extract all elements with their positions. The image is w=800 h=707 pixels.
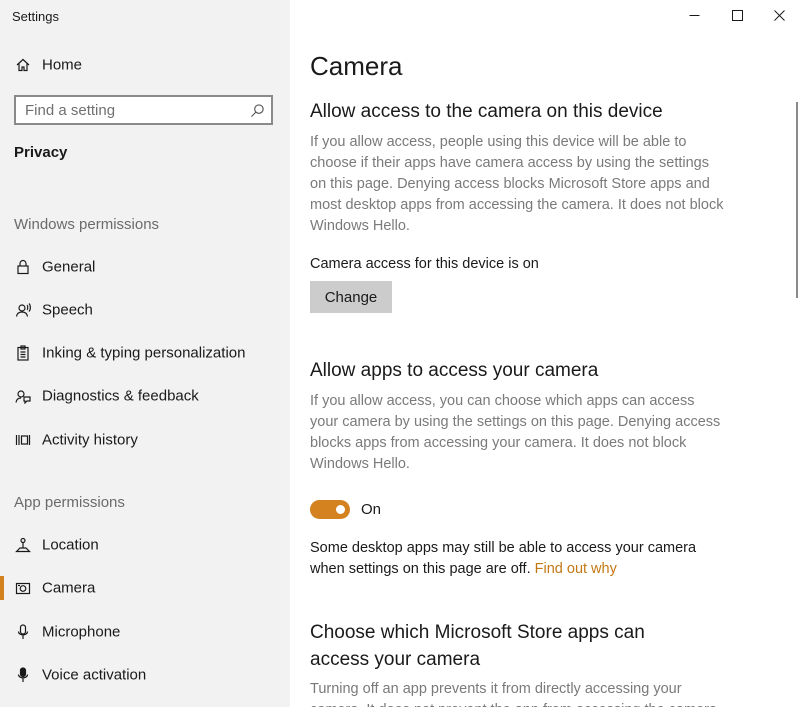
settings-window: Settings Home Privacy Windows permission… [0, 0, 800, 707]
lock-icon [15, 259, 31, 275]
sidebar-item-microphone[interactable]: Microphone [0, 615, 290, 649]
sidebar-item-diagnostics[interactable]: Diagnostics & feedback [0, 379, 290, 413]
store-apps-description: Turning off an app prevents it from dire… [310, 681, 717, 707]
feedback-icon [15, 388, 31, 404]
sidebar-item-general[interactable]: General [0, 250, 290, 284]
app-permissions-title: App permissions [14, 494, 125, 511]
sidebar-item-inking-typing[interactable]: Inking & typing personalization [0, 336, 290, 370]
app-title: Settings [12, 9, 59, 24]
toggle-state-label: On [361, 501, 382, 518]
home-label: Home [42, 56, 83, 74]
apps-access-heading: Allow apps to access your camera [310, 360, 599, 381]
device-access-heading: Allow access to the camera on this devic… [310, 101, 663, 122]
scrollbar[interactable] [796, 102, 798, 298]
sidebar-item-label: Diagnostics & feedback [42, 387, 199, 405]
minimize-button[interactable] [673, 0, 715, 30]
maximize-icon [731, 9, 743, 21]
search-input[interactable] [16, 98, 245, 122]
camera-icon [15, 580, 31, 596]
sidebar-item-location[interactable]: Location [0, 528, 290, 562]
sidebar-item-speech[interactable]: Speech [0, 293, 290, 327]
activity-history-icon [15, 432, 31, 448]
sidebar: Settings Home Privacy Windows permission… [0, 0, 290, 707]
windows-permissions-title: Windows permissions [14, 216, 160, 233]
sidebar-item-label: Location [42, 536, 99, 554]
change-button[interactable]: Change [310, 281, 392, 313]
category-label: Privacy [14, 144, 68, 161]
main-content: Camera Allow access to the camera on thi… [290, 0, 800, 707]
desktop-apps-note-text: Some desktop apps may still be able to a… [310, 540, 697, 577]
voice-activation-icon [15, 667, 31, 683]
page-title: Camera [310, 51, 403, 81]
apps-access-description: If you allow access, you can choose whic… [310, 393, 721, 472]
sidebar-item-label: Microphone [42, 623, 121, 641]
sidebar-item-label: Camera [42, 579, 96, 597]
device-access-status: Camera access for this device is on [310, 256, 539, 272]
minimize-icon [689, 14, 699, 16]
sidebar-item-label: Activity history [42, 431, 138, 449]
apps-access-toggle[interactable] [310, 500, 350, 519]
toggle-knob [336, 505, 345, 514]
home-nav-item[interactable]: Home [0, 48, 290, 82]
close-button[interactable] [758, 0, 800, 30]
sidebar-item-label: Inking & typing personalization [42, 344, 246, 362]
selection-indicator [0, 576, 4, 600]
search-box [14, 95, 273, 125]
maximize-button[interactable] [716, 0, 758, 30]
microphone-icon [15, 624, 31, 640]
sidebar-item-voice-activation[interactable]: Voice activation [0, 658, 290, 692]
store-apps-heading: Choose which Microsoft Store apps can ac… [310, 622, 645, 670]
sidebar-item-camera[interactable]: Camera [0, 571, 290, 605]
home-icon [15, 57, 31, 73]
sidebar-item-label: Voice activation [42, 666, 147, 684]
search-icon[interactable] [250, 103, 265, 118]
sidebar-item-label: General [42, 258, 96, 276]
clipboard-icon [15, 345, 31, 361]
find-out-why-link[interactable]: Find out why [535, 561, 617, 577]
sidebar-item-label: Speech [42, 301, 93, 319]
device-access-description: If you allow access, people using this d… [310, 134, 724, 234]
location-icon [15, 537, 31, 553]
desktop-apps-note: Some desktop apps may still be able to a… [310, 538, 725, 580]
close-icon [773, 9, 785, 21]
sidebar-item-activity-history[interactable]: Activity history [0, 423, 290, 457]
speech-icon [15, 302, 31, 318]
